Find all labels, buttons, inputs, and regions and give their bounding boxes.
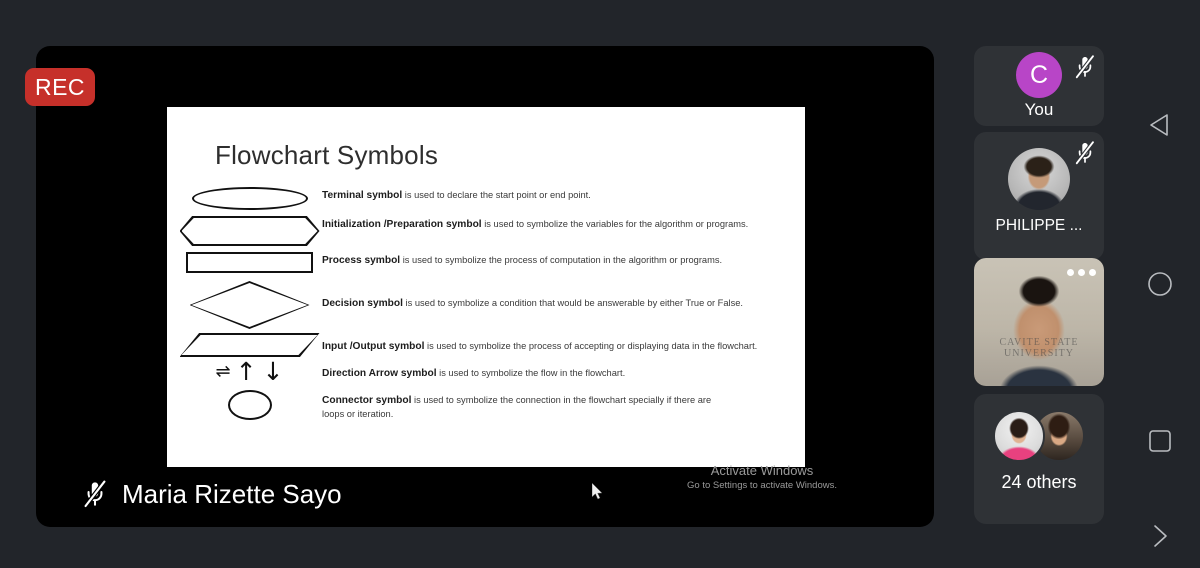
hexagon-icon: [179, 216, 320, 246]
recents-icon: [1149, 430, 1171, 452]
symbol-term: Initialization /Preparation symbol: [322, 219, 482, 230]
symbol-desc-text: is used to symbolize the variables for t…: [481, 219, 749, 229]
symbol-term: Process symbol: [322, 255, 401, 266]
symbol-desc-text: is used to symbolize a condition that wo…: [402, 298, 744, 308]
presentation-slide: Flowchart Symbols Terminal symbol is use…: [167, 107, 805, 467]
terminal-symbol-shape: [167, 187, 322, 210]
symbol-description: Input /Output symbol is used to symboliz…: [322, 333, 783, 354]
symbol-term: Direction Arrow symbol: [322, 368, 437, 379]
participant-tile-philippe[interactable]: PHILIPPE ...: [974, 132, 1104, 260]
up-arrow-icon: ↑: [235, 357, 257, 386]
participant-rail: C You PHILIPPE ... CAVITE STATE UNIVERSI…: [974, 46, 1104, 524]
diamond-icon: [189, 281, 310, 329]
more-options-icon[interactable]: [1067, 269, 1096, 276]
symbol-description: Initialization /Preparation symbol is us…: [322, 216, 774, 232]
avatar: [1008, 148, 1070, 210]
flowchart-symbol-list: Terminal symbol is used to declare the s…: [167, 187, 805, 421]
symbol-row: Input /Output symbol is used to symboliz…: [167, 333, 805, 357]
ellipse-icon: [191, 187, 308, 210]
symbol-desc-text: is used to symbolize the process of acce…: [424, 341, 758, 351]
avatar: C: [1016, 52, 1062, 98]
recording-label: REC: [34, 73, 86, 100]
next-icon: [1154, 525, 1167, 547]
symbol-description: Connector symbol is used to symbolize th…: [322, 390, 752, 421]
double-arrow-icon: ⇌: [215, 361, 231, 382]
home-button[interactable]: [1140, 264, 1180, 304]
mic-off-icon: [83, 479, 107, 509]
participant-name: PHILIPPE ...: [995, 217, 1083, 234]
participant-name: You: [1024, 100, 1054, 119]
video-feed: CAVITE STATE UNIVERSITY: [974, 258, 1104, 386]
connector-symbol-shape: [167, 390, 322, 420]
decision-symbol-shape: [167, 281, 322, 329]
circle-icon: [227, 390, 272, 420]
system-navigation-bar: [1120, 0, 1200, 568]
avatar-initial: C: [1029, 60, 1049, 89]
symbol-description: Terminal symbol is used to declare the s…: [322, 187, 617, 203]
symbol-row: Connector symbol is used to symbolize th…: [167, 390, 805, 421]
parallelogram-icon: [179, 333, 320, 357]
mouse-cursor: [592, 483, 603, 500]
avatar-group: [993, 410, 1085, 462]
symbol-description: Decision symbol is used to symbolize a c…: [322, 281, 769, 311]
back-icon: [1150, 114, 1168, 136]
avatar: [993, 410, 1045, 462]
recording-indicator: REC: [25, 68, 95, 106]
arrows-icon: ⇌ ↑ ↓: [216, 359, 284, 384]
process-symbol-shape: [167, 252, 322, 273]
home-icon: [1148, 272, 1172, 296]
back-button[interactable]: [1140, 105, 1180, 145]
mic-off-icon: [1074, 140, 1095, 166]
others-count-label: 24 others: [1001, 472, 1077, 492]
meeting-screen: Flowchart Symbols Terminal symbol is use…: [0, 0, 1200, 568]
input-output-symbol-shape: [167, 333, 322, 357]
mic-off-icon: [1074, 54, 1095, 80]
direction-arrow-symbol-shape: ⇌ ↑ ↓: [167, 359, 322, 384]
symbol-description: Direction Arrow symbol is used to symbol…: [322, 359, 651, 381]
symbol-row: Process symbol is used to symbolize the …: [167, 252, 805, 273]
down-arrow-icon: ↓: [262, 357, 284, 386]
symbol-term: Connector symbol: [322, 395, 412, 406]
presenter-name-bar: Maria Rizette Sayo: [36, 461, 934, 527]
symbol-row: Terminal symbol is used to declare the s…: [167, 187, 805, 210]
symbol-desc-text: is used to symbolize the flow in the flo…: [436, 368, 626, 378]
symbol-term: Terminal symbol: [322, 190, 403, 201]
recents-button[interactable]: [1140, 421, 1180, 461]
participant-tile-others[interactable]: 24 others: [974, 394, 1104, 524]
rectangle-icon: [186, 252, 313, 273]
participant-tile-video[interactable]: CAVITE STATE UNIVERSITY: [974, 258, 1104, 386]
background-text: CAVITE STATE UNIVERSITY: [999, 337, 1079, 360]
symbol-desc-text: is used to symbolize the process of comp…: [400, 255, 723, 265]
participant-tile-you[interactable]: C You: [974, 46, 1104, 126]
symbol-row: ⇌ ↑ ↓ Direction Arrow symbol is used to …: [167, 359, 805, 384]
symbol-description: Process symbol is used to symbolize the …: [322, 252, 748, 268]
presenter-name: Maria Rizette Sayo: [122, 478, 342, 509]
symbol-term: Input /Output symbol: [322, 341, 425, 352]
symbol-row: Decision symbol is used to symbolize a c…: [167, 281, 805, 329]
slide-title: Flowchart Symbols: [215, 140, 439, 170]
symbol-desc-text: is used to declare the start point or en…: [402, 190, 591, 200]
initialization-symbol-shape: [167, 216, 322, 246]
next-button[interactable]: [1140, 516, 1180, 556]
shared-screen-stage[interactable]: Flowchart Symbols Terminal symbol is use…: [36, 46, 934, 527]
symbol-term: Decision symbol: [322, 298, 403, 309]
symbol-row: Initialization /Preparation symbol is us…: [167, 216, 805, 246]
